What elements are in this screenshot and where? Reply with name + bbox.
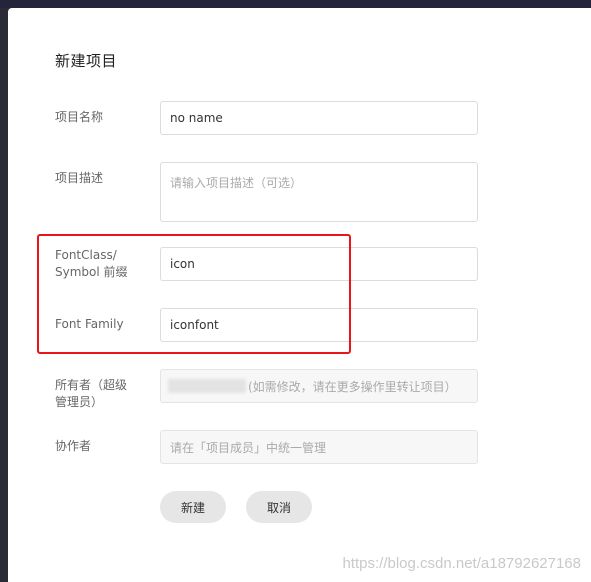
- create-button[interactable]: 新建: [160, 491, 226, 523]
- project-description-placeholder: 请输入项目描述（可选）: [170, 176, 303, 190]
- new-project-dialog: 新建项目 项目名称 no name 项目描述 请输入项目描述（可选） FontC…: [8, 8, 591, 582]
- owner-label-line2: 管理员）: [55, 395, 104, 409]
- dialog-title: 新建项目: [55, 52, 118, 70]
- cancel-button[interactable]: 取消: [246, 491, 312, 523]
- owner-note: (如需修改，请在更多操作里转让项目）: [248, 379, 457, 394]
- project-name-input[interactable]: no name: [160, 101, 478, 135]
- owner-input: (如需修改，请在更多操作里转让项目）: [160, 369, 478, 403]
- collaborators-input: 请在「项目成员」中统一管理: [160, 430, 478, 464]
- watermark: https://blog.csdn.net/a18792627168: [342, 555, 581, 572]
- project-description-textarea[interactable]: 请输入项目描述（可选）: [160, 162, 478, 222]
- project-name-value: no name: [170, 111, 223, 125]
- owner-name-redacted: [168, 379, 246, 393]
- collaborators-placeholder: 请在「项目成员」中统一管理: [170, 440, 327, 455]
- project-description-label: 项目描述: [55, 171, 104, 185]
- owner-label-line1: 所有者（超级: [55, 378, 128, 392]
- page-backdrop: [0, 0, 591, 8]
- collaborators-label: 协作者: [55, 439, 92, 453]
- owner-label: 所有者（超级 管理员）: [55, 377, 127, 411]
- annotation-highlight-box: [37, 234, 351, 354]
- project-name-label: 项目名称: [55, 110, 104, 124]
